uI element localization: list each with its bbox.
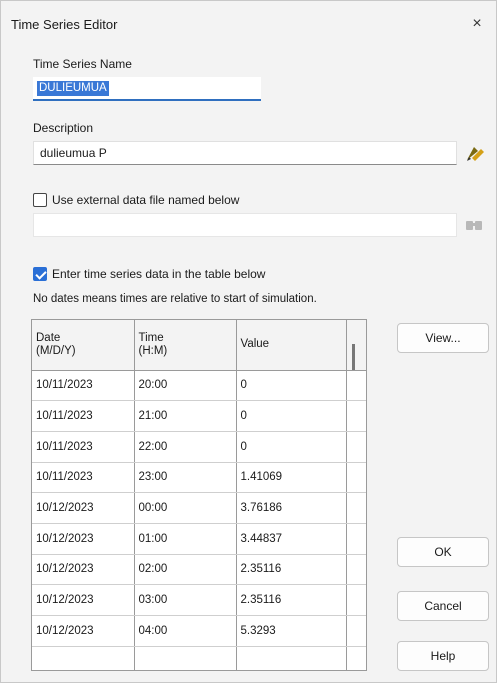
scroll-gutter: [346, 400, 366, 432]
value-cell[interactable]: 0: [236, 431, 347, 463]
time-cell[interactable]: 21:00: [134, 400, 237, 432]
scroll-gutter: [346, 370, 366, 402]
name-value: DULIEUMUA: [37, 81, 109, 96]
value-cell[interactable]: 5.3293: [236, 615, 347, 647]
value-cell[interactable]: 0: [236, 400, 347, 432]
date-cell[interactable]: 10/12/2023: [32, 492, 135, 524]
table-row[interactable]: 10/11/2023 20:00 0: [32, 370, 366, 402]
date-header-line1: Date: [36, 331, 61, 344]
table-row[interactable]: 10/12/2023 00:00 3.76186: [32, 492, 366, 524]
date-cell[interactable]: 10/11/2023: [32, 370, 135, 402]
date-column-header: Date (M/D/Y): [32, 320, 135, 371]
value-cell[interactable]: 0: [236, 370, 347, 402]
value-cell[interactable]: 2.35116: [236, 554, 347, 586]
value-cell[interactable]: 1.41069: [236, 462, 347, 494]
value-cell[interactable]: 3.76186: [236, 492, 347, 524]
value-cell[interactable]: [236, 646, 347, 670]
time-cell[interactable]: 00:00: [134, 492, 237, 524]
external-file-label: Use external data file named below: [52, 193, 240, 207]
table-scrollbar-thumb[interactable]: [352, 344, 355, 370]
time-column-header: Time (H:M): [134, 320, 237, 371]
time-series-table[interactable]: Date (M/D/Y) Time (H:M) Value 10/11/2023: [31, 319, 367, 671]
window-title: Time Series Editor: [11, 17, 118, 32]
scroll-gutter: [346, 492, 366, 524]
table-row[interactable]: 10/12/2023 01:00 3.44837: [32, 523, 366, 555]
time-cell[interactable]: 04:00: [134, 615, 237, 647]
time-series-name-input[interactable]: DULIEUMUA: [33, 77, 261, 101]
scroll-gutter: [346, 584, 366, 616]
description-label: Description: [33, 121, 94, 135]
scroll-gutter: [346, 523, 366, 555]
table-header-row: Date (M/D/Y) Time (H:M) Value: [32, 320, 366, 371]
date-cell[interactable]: 10/11/2023: [32, 400, 135, 432]
time-cell[interactable]: 23:00: [134, 462, 237, 494]
date-cell[interactable]: 10/12/2023: [32, 615, 135, 647]
scroll-gutter: [346, 462, 366, 494]
ok-button[interactable]: OK: [397, 537, 489, 567]
time-series-editor-dialog: Time Series Editor × Time Series Name DU…: [0, 0, 497, 683]
help-button[interactable]: Help: [397, 641, 489, 671]
table-data-checkbox[interactable]: [33, 267, 47, 281]
cancel-button[interactable]: Cancel: [397, 591, 489, 621]
external-file-input[interactable]: [33, 213, 457, 237]
value-column-header: Value: [236, 320, 347, 371]
time-cell[interactable]: 20:00: [134, 370, 237, 402]
title-bar[interactable]: Time Series Editor ×: [1, 1, 496, 45]
time-header-line2: (H:M): [138, 344, 168, 357]
view-button[interactable]: View...: [397, 323, 489, 353]
time-cell[interactable]: 03:00: [134, 584, 237, 616]
table-row[interactable]: 10/11/2023 22:00 0: [32, 431, 366, 463]
time-cell[interactable]: 01:00: [134, 523, 237, 555]
date-cell[interactable]: 10/12/2023: [32, 554, 135, 586]
close-icon[interactable]: ×: [464, 13, 490, 35]
table-row[interactable]: [32, 646, 366, 670]
date-cell[interactable]: 10/12/2023: [32, 584, 135, 616]
date-cell[interactable]: 10/11/2023: [32, 431, 135, 463]
description-input[interactable]: dulieumua P: [33, 141, 457, 165]
scroll-gutter: [346, 431, 366, 463]
value-cell[interactable]: 2.35116: [236, 584, 347, 616]
external-file-checkbox[interactable]: [33, 193, 47, 207]
date-header-line2: (M/D/Y): [36, 344, 76, 357]
table-row[interactable]: 10/11/2023 21:00 0: [32, 400, 366, 432]
folder-browse-icon[interactable]: [463, 213, 487, 237]
scroll-gutter: [346, 646, 366, 670]
date-cell[interactable]: 10/12/2023: [32, 523, 135, 555]
time-header-line1: Time: [138, 331, 164, 344]
relative-times-note: No dates means times are relative to sta…: [33, 293, 317, 305]
table-row[interactable]: 10/12/2023 03:00 2.35116: [32, 584, 366, 616]
table-row[interactable]: 10/12/2023 04:00 5.3293: [32, 615, 366, 647]
name-label: Time Series Name: [33, 57, 132, 71]
value-cell[interactable]: 3.44837: [236, 523, 347, 555]
time-cell[interactable]: 02:00: [134, 554, 237, 586]
pencil-edit-icon[interactable]: [463, 141, 487, 165]
scroll-gutter: [346, 554, 366, 586]
table-row[interactable]: 10/11/2023 23:00 1.41069: [32, 462, 366, 494]
time-cell[interactable]: 22:00: [134, 431, 237, 463]
date-cell[interactable]: [32, 646, 135, 670]
date-cell[interactable]: 10/11/2023: [32, 462, 135, 494]
table-row[interactable]: 10/12/2023 02:00 2.35116: [32, 554, 366, 586]
table-data-label: Enter time series data in the table belo…: [52, 267, 266, 281]
scroll-header-cell: [346, 320, 366, 371]
scroll-gutter: [346, 615, 366, 647]
value-header-line1: Value: [240, 338, 270, 351]
time-cell[interactable]: [134, 646, 237, 670]
